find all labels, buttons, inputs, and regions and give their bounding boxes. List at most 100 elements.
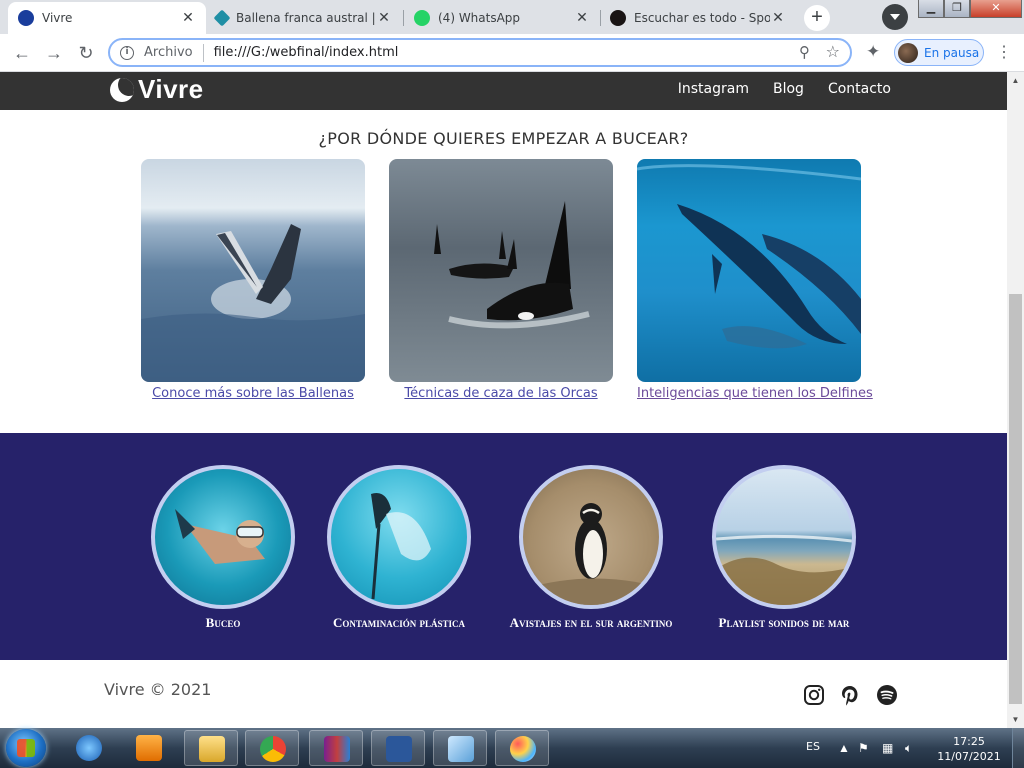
address-bar[interactable]: i Archivo file:///G:/webfinal/index.html…: [108, 38, 852, 67]
moon-logo-icon: [110, 77, 134, 102]
taskbar-media-player[interactable]: [122, 730, 176, 766]
volume-icon[interactable]: 🔈︎: [905, 741, 912, 756]
url-text[interactable]: file:///G:/webfinal/index.html: [214, 45, 399, 60]
paint-icon: [510, 736, 536, 762]
ray-plastic-illustration: [371, 493, 431, 600]
taskbar-notepad[interactable]: [433, 730, 487, 766]
show-desktop-button[interactable]: [1012, 728, 1024, 768]
tab-spotify[interactable]: Escuchar es todo - Spotif ✕: [600, 2, 796, 34]
show-hidden-icons-icon[interactable]: ▲: [838, 741, 850, 755]
pinterest-icon[interactable]: [839, 684, 861, 706]
windows-taskbar: ES ▲ ⚑ ▦ 🔈︎ 17:25 11/07/2021: [0, 728, 1024, 768]
taskbar-paint[interactable]: [495, 730, 549, 766]
close-window-button[interactable]: ✕: [970, 0, 1022, 18]
spotify-icon[interactable]: [876, 684, 898, 706]
clock-time: 17:25: [953, 735, 985, 748]
topic-buceo[interactable]: Buceo: [123, 465, 323, 631]
nav-link-blog[interactable]: Blog: [773, 81, 804, 97]
tab-whatsapp[interactable]: (4) WhatsApp ✕: [404, 2, 600, 34]
beach-illustration: [716, 534, 852, 605]
topic-label-avistajes: Avistajes en el sur argentino: [509, 615, 673, 630]
taskbar-file-explorer[interactable]: [184, 730, 238, 766]
topic-avistajes[interactable]: Avistajes en el sur argentino: [491, 465, 691, 631]
scroll-up-arrow-icon[interactable]: ▲: [1007, 72, 1024, 89]
avatar: [898, 42, 918, 63]
scroll-down-arrow-icon[interactable]: ▼: [1007, 711, 1024, 728]
card-link-orcas[interactable]: Técnicas de caza de las Orcas: [389, 386, 613, 401]
topic-contaminacion[interactable]: Contaminación plástica: [299, 465, 499, 631]
tab-title: Vivre: [42, 11, 73, 25]
tab-title: (4) WhatsApp: [438, 11, 521, 25]
zoom-icon[interactable]: ⚲: [799, 43, 810, 61]
card-delfines: Inteligencias que tienen los Delfines: [637, 159, 873, 401]
language-indicator[interactable]: ES: [806, 740, 820, 753]
profile-button[interactable]: En pausa: [894, 39, 984, 66]
scheme-label: Archivo: [144, 45, 193, 60]
media-player-icon: [136, 735, 162, 761]
spotify-favicon-icon: [610, 10, 626, 26]
back-arrow-icon[interactable]: ←: [10, 42, 34, 64]
action-center-flag-icon[interactable]: ⚑: [858, 741, 869, 755]
topic-label-playlist: Playlist sonidos de mar: [718, 615, 850, 630]
whale-photo[interactable]: [141, 159, 365, 382]
card-link-delfines[interactable]: Inteligencias que tienen los Delfines: [637, 386, 873, 401]
dolphins-image: [637, 164, 861, 349]
tab-search-icon[interactable]: [882, 4, 908, 30]
browser-toolbar: ← → ↻ i Archivo file:///G:/webfinal/inde…: [0, 34, 1024, 72]
chrome-icon: [260, 736, 286, 762]
bookmark-star-icon[interactable]: ☆: [826, 42, 840, 61]
site-header: Vivre Instagram Blog Contacto: [0, 72, 1007, 110]
penguin-illustration: [523, 503, 659, 605]
orcas-image: [434, 201, 590, 329]
address-divider: [202, 43, 204, 62]
internet-explorer-icon: [76, 735, 102, 761]
close-tab-icon[interactable]: ✕: [376, 10, 392, 26]
tab-title: Escuchar es todo - Spotif: [634, 11, 770, 25]
orca-photo[interactable]: [389, 159, 613, 382]
info-icon[interactable]: i: [120, 45, 134, 60]
nav-link-contacto[interactable]: Contacto: [828, 81, 891, 97]
maximize-button[interactable]: ❐: [944, 0, 970, 18]
tab-ballena[interactable]: Ballena franca austral | Di ✕: [206, 2, 402, 34]
extensions-puzzle-icon[interactable]: ✦: [866, 42, 880, 62]
forward-arrow-icon[interactable]: →: [42, 42, 66, 64]
taskbar-internet-explorer[interactable]: [62, 730, 116, 766]
snorkel-diver-image[interactable]: [151, 465, 295, 609]
new-tab-button[interactable]: +: [804, 5, 830, 31]
beach-dunes-image[interactable]: [712, 465, 856, 609]
close-tab-icon[interactable]: ✕: [180, 10, 196, 26]
minimize-button[interactable]: ▁: [918, 0, 944, 18]
brand-name: Vivre: [138, 74, 204, 104]
plastic-pollution-image[interactable]: [327, 465, 471, 609]
close-tab-icon[interactable]: ✕: [574, 10, 590, 26]
instagram-icon[interactable]: [803, 684, 825, 706]
folder-icon: [199, 736, 225, 762]
site-logo[interactable]: Vivre: [110, 74, 204, 105]
tab-title: Ballena franca austral | Di: [236, 11, 376, 25]
section-title: ¿POR DÓNDE QUIERES EMPEZAR A BUCEAR?: [318, 129, 689, 148]
close-tab-icon[interactable]: ✕: [770, 10, 786, 26]
start-button[interactable]: [6, 729, 46, 767]
dolphin-photo[interactable]: [637, 159, 861, 382]
network-icon[interactable]: ▦: [882, 741, 893, 755]
page-scrollbar[interactable]: ▲ ▼: [1007, 72, 1024, 728]
scroll-thumb[interactable]: [1009, 294, 1022, 704]
notepad-icon: [448, 736, 474, 762]
clock-date: 11/07/2021: [937, 750, 1001, 763]
penguin-image[interactable]: [519, 465, 663, 609]
winrar-icon: [324, 736, 350, 762]
card-orcas: Técnicas de caza de las Orcas: [389, 159, 613, 401]
taskbar-word[interactable]: [371, 730, 425, 766]
diamond-favicon-icon: [213, 9, 231, 27]
topic-playlist[interactable]: Playlist sonidos de mar: [684, 465, 884, 631]
taskbar-chrome[interactable]: [245, 730, 299, 766]
card-link-ballenas[interactable]: Conoce más sobre las Ballenas: [141, 386, 365, 401]
topic-label-contaminacion: Contaminación plástica: [333, 615, 465, 630]
tab-vivre[interactable]: Vivre ✕: [8, 2, 206, 34]
taskbar-winrar[interactable]: [309, 730, 363, 766]
system-clock[interactable]: 17:25 11/07/2021: [934, 734, 1004, 764]
reload-icon[interactable]: ↻: [74, 42, 98, 64]
nav-link-instagram[interactable]: Instagram: [678, 81, 749, 97]
menu-kebab-icon[interactable]: ⋮: [996, 42, 1012, 62]
site-nav: Instagram Blog Contacto: [678, 81, 891, 97]
